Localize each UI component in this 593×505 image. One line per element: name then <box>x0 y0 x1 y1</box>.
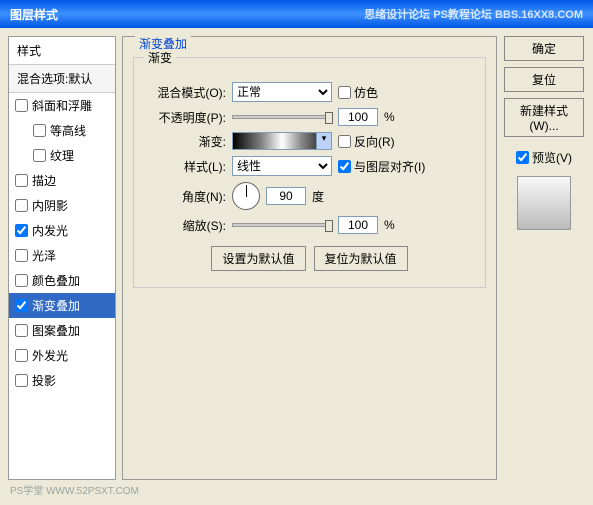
titlebar: 图层样式 思绪设计论坛 PS教程论坛 BBS.16XX8.COM <box>0 0 593 28</box>
angle-input[interactable] <box>266 187 306 205</box>
style-label: 图案叠加 <box>32 322 80 339</box>
blending-options[interactable]: 混合选项:默认 <box>9 65 115 93</box>
opacity-unit: % <box>384 110 395 124</box>
style-label: 内发光 <box>32 222 68 239</box>
style-item-8[interactable]: 渐变叠加 <box>9 293 115 318</box>
angle-dial[interactable] <box>232 182 260 210</box>
opacity-input[interactable] <box>338 108 378 126</box>
style-checkbox[interactable] <box>15 374 28 387</box>
angle-unit: 度 <box>312 188 324 205</box>
preview-checkbox[interactable]: 预览(V) <box>516 149 572 166</box>
blend-mode-label: 混合模式(O): <box>144 84 226 101</box>
style-label: 内阴影 <box>32 197 68 214</box>
scale-input[interactable] <box>338 216 378 234</box>
style-select[interactable]: 线性 <box>232 156 332 176</box>
style-item-3[interactable]: 描边 <box>9 168 115 193</box>
preview-thumbnail <box>517 176 571 230</box>
reverse-checkbox[interactable]: 反向(R) <box>338 133 395 150</box>
new-style-button[interactable]: 新建样式(W)... <box>504 98 584 137</box>
style-checkbox[interactable] <box>15 299 28 312</box>
blend-mode-select[interactable]: 正常 <box>232 82 332 102</box>
style-item-5[interactable]: 内发光 <box>9 218 115 243</box>
style-item-1[interactable]: 等高线 <box>9 118 115 143</box>
style-label: 样式(L): <box>144 158 226 175</box>
cancel-button[interactable]: 复位 <box>504 67 584 92</box>
align-checkbox[interactable]: 与图层对齐(I) <box>338 158 425 175</box>
style-item-7[interactable]: 颜色叠加 <box>9 268 115 293</box>
style-label: 纹理 <box>50 147 74 164</box>
side-panel: 确定 复位 新建样式(W)... 预览(V) <box>503 36 585 480</box>
style-checkbox[interactable] <box>15 174 28 187</box>
title: 图层样式 <box>10 6 58 23</box>
set-default-button[interactable]: 设置为默认值 <box>211 246 305 271</box>
style-checkbox[interactable] <box>15 349 28 362</box>
style-label: 斜面和浮雕 <box>32 97 92 114</box>
gradient-label: 渐变: <box>144 133 226 150</box>
dialog-body: 样式 混合选项:默认 斜面和浮雕等高线纹理描边内阴影内发光光泽颜色叠加渐变叠加图… <box>0 28 593 488</box>
scale-unit: % <box>384 218 395 232</box>
style-checkbox[interactable] <box>33 124 46 137</box>
dither-checkbox[interactable]: 仿色 <box>338 84 378 101</box>
style-checkbox[interactable] <box>15 224 28 237</box>
style-label: 渐变叠加 <box>32 297 80 314</box>
style-checkbox[interactable] <box>15 99 28 112</box>
style-label: 颜色叠加 <box>32 272 80 289</box>
style-checkbox[interactable] <box>15 199 28 212</box>
style-label: 光泽 <box>32 247 56 264</box>
angle-label: 角度(N): <box>144 188 226 205</box>
opacity-slider[interactable] <box>232 115 332 119</box>
reset-default-button[interactable]: 复位为默认值 <box>314 246 408 271</box>
style-item-6[interactable]: 光泽 <box>9 243 115 268</box>
style-checkbox[interactable] <box>33 149 46 162</box>
style-label: 描边 <box>32 172 56 189</box>
style-item-11[interactable]: 投影 <box>9 368 115 393</box>
style-label: 外发光 <box>32 347 68 364</box>
style-checkbox[interactable] <box>15 249 28 262</box>
section-title: 渐变叠加 <box>135 35 191 52</box>
gradient-group: 渐变 混合模式(O): 正常 仿色 不透明度(P): % 渐变: ▾ 反向(R)… <box>133 49 486 288</box>
gradient-preview[interactable]: ▾ <box>232 132 332 150</box>
titlebar-right: 思绪设计论坛 PS教程论坛 BBS.16XX8.COM <box>364 6 583 22</box>
style-item-10[interactable]: 外发光 <box>9 343 115 368</box>
opacity-label: 不透明度(P): <box>144 109 226 126</box>
style-item-2[interactable]: 纹理 <box>9 143 115 168</box>
style-item-0[interactable]: 斜面和浮雕 <box>9 93 115 118</box>
style-label: 投影 <box>32 372 56 389</box>
ok-button[interactable]: 确定 <box>504 36 584 61</box>
style-checkbox[interactable] <box>15 324 28 337</box>
style-item-4[interactable]: 内阴影 <box>9 193 115 218</box>
gradient-dropdown-icon[interactable]: ▾ <box>316 133 331 149</box>
style-checkbox[interactable] <box>15 274 28 287</box>
style-label: 等高线 <box>50 122 86 139</box>
scale-label: 缩放(S): <box>144 217 226 234</box>
scale-slider[interactable] <box>232 223 332 227</box>
watermark: PS学堂 WWW.52PSXT.COM <box>10 482 139 497</box>
styles-panel: 样式 混合选项:默认 斜面和浮雕等高线纹理描边内阴影内发光光泽颜色叠加渐变叠加图… <box>8 36 116 480</box>
main-panel: 渐变叠加 渐变 混合模式(O): 正常 仿色 不透明度(P): % 渐变: ▾ … <box>122 36 497 480</box>
style-item-9[interactable]: 图案叠加 <box>9 318 115 343</box>
styles-header[interactable]: 样式 <box>9 37 115 65</box>
